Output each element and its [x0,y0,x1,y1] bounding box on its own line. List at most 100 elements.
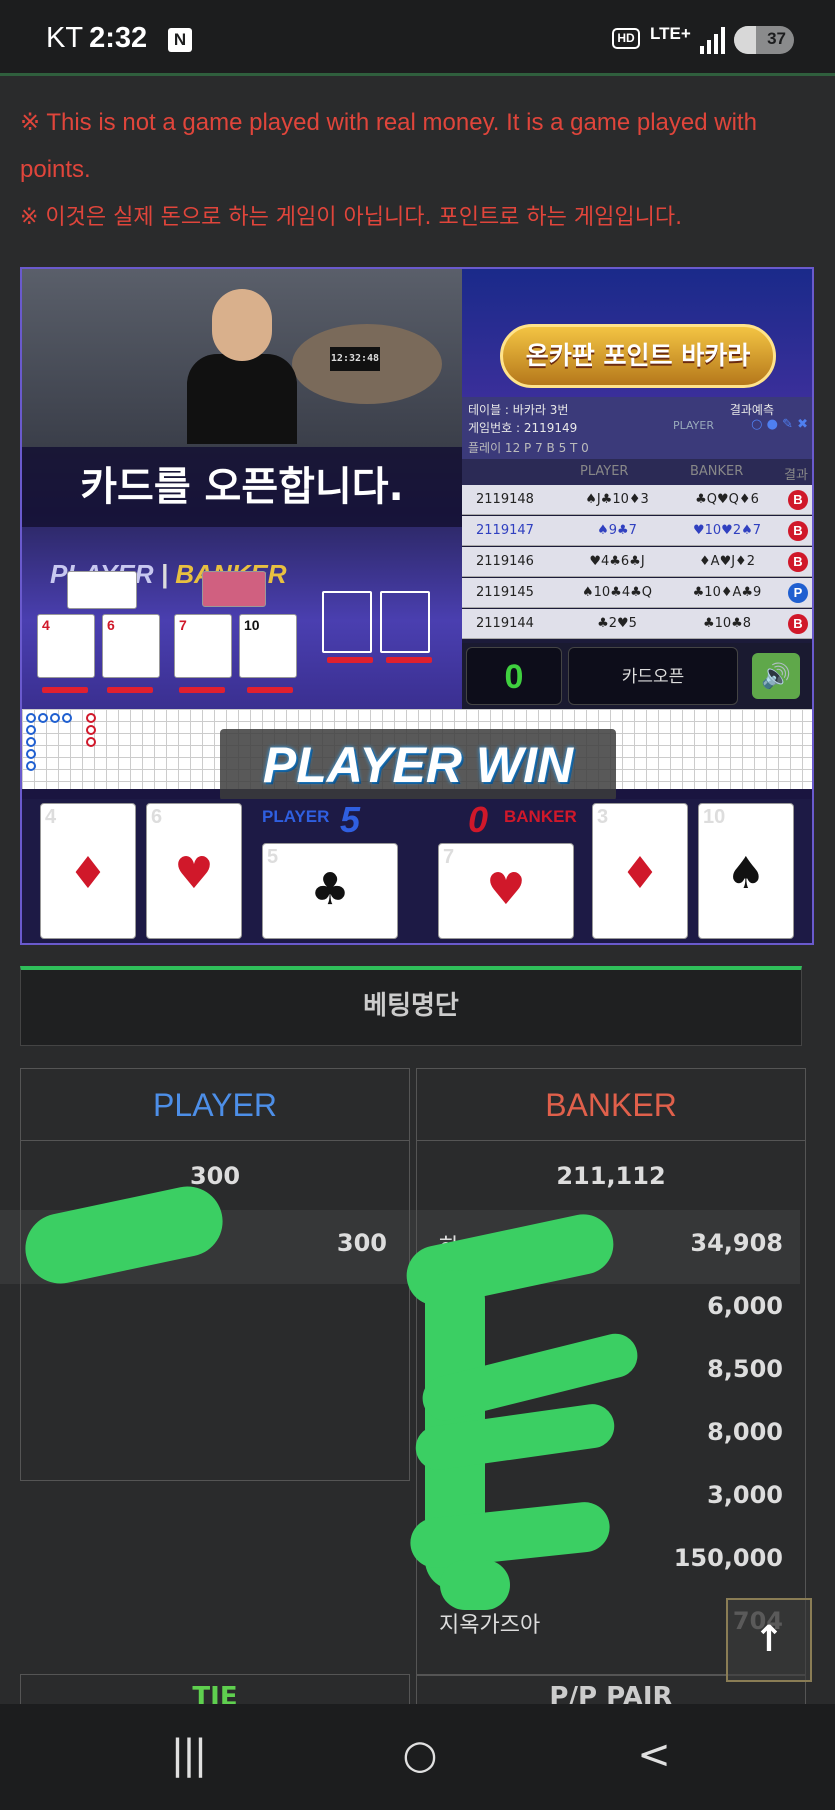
road-mark [38,713,48,723]
history-player-cards: ♣2♥5 [597,616,637,631]
history-banker-cards: ♥10♥2♠7 [692,523,762,538]
history-player-cards: ♥4♣6♣J [589,554,645,569]
history-result: B [788,552,808,572]
hd-icon: HD [612,28,640,49]
history-banker-cards: ♦A♥J♦2 [699,554,755,569]
history-header-result: 결과 [784,468,808,483]
history-id: 2119145 [476,585,534,600]
carrier-time: KT 2:32 [46,22,147,55]
tie-column-header: TIE [20,1674,410,1704]
bet-marker [179,687,225,693]
bet-marker [42,687,88,693]
road-mark [86,737,96,747]
history-player-cards: ♠J♣10♦3 [585,492,649,507]
history-row: 2119146 ♥4♣6♣J ♦A♥J♦2 B [462,547,812,577]
dealer-head [212,289,272,361]
history-banker-cards: ♣10♣8 [702,616,752,631]
bet-marker [107,687,153,693]
history-banker-cards: ♣Q♥Q♦6 [695,492,759,507]
status-bar: KT 2:32 N HD LTE+ 37 [0,0,835,76]
bet-amount: 300 [336,1229,387,1257]
road-mark [62,713,72,723]
card-shoe [67,571,137,609]
history-row: 2119145 ♠10♣4♣Q ♣10♦A♣9 P [462,578,812,608]
bet-amount: 34,908 [690,1229,783,1257]
road-mark [26,713,36,723]
win-banner: PLAYER WIN [220,729,616,801]
road-mark [50,713,60,723]
history-id: 2119147 [476,523,534,538]
empty-card-slot [380,591,430,653]
battery-icon: 37 [734,26,794,54]
card-rank: 3 [597,806,609,828]
betting-list-title: 베팅명단 [20,966,802,1046]
logo-text: 온카판 포인트 바카라 [525,341,751,370]
card-suit: ♦ [620,848,660,899]
prediction-label: 결과예측 [729,403,774,417]
overlay-message: 카드를 오픈합니다. [22,447,462,527]
lte-icon: LTE+ [650,24,691,43]
table-card: 6 [102,614,160,678]
history-header: PLAYER BANKER 결과 [462,459,812,485]
speaker-icon[interactable]: 🔊 [752,653,800,699]
arrow-up-icon[interactable]: ↑ [726,1598,812,1682]
prediction-icons[interactable]: ○ ● ✎ ✖ [751,417,808,432]
dealer [187,354,297,444]
table-card: 7 [174,614,232,678]
home-button[interactable]: ○ [380,1732,460,1778]
banker-card-1: 7 ♥ [438,843,574,939]
table-card: 10 [239,614,297,678]
history-result: B [788,521,808,541]
clock: 2:32 [89,22,148,54]
logo-plate: 온카판 포인트 바카라 [500,324,776,388]
carrier: KT [46,22,84,54]
history-id: 2119148 [476,492,534,507]
road-mark [26,761,36,771]
game-stats: 플레이 12 P 7 B 5 T 0 [468,441,589,455]
game-side-panel: 온카판 포인트 바카라 테이블 : 바카라 3번 게임번호 : 2119149 … [462,269,812,709]
bet-amount: 150,000 [673,1544,783,1572]
navigation-bar: ||| ○ < [0,1704,835,1810]
bet-amount: 3,000 [707,1481,783,1509]
history-row: 2119147 ♠9♣7 ♥10♥2♠7 B [462,516,812,546]
bet-marker [386,657,432,663]
card-rank: 6 [151,806,163,828]
card-suit: ♥ [174,848,214,899]
card-back [202,571,266,607]
card-suit: ♥ [486,864,526,915]
live-video: 12:32:48 카드를 오픈합니다. PLAYER | BANKER 4 6 … [22,269,462,709]
banker-total: 211,112 [556,1162,666,1190]
history-player-cards: ♠9♣7 [597,523,637,538]
player-card-1: 4 ♦ [40,803,136,939]
history-row: 2119144 ♣2♥5 ♣10♣8 B [462,609,812,639]
bet-marker [327,657,373,663]
back-button[interactable]: < [614,1732,694,1778]
notice-english: ※ This is not a game played with real mo… [20,109,757,183]
table-name: 테이블 : 바카라 3번 [468,403,569,417]
card-suit: ♣ [310,864,350,915]
bet-amount: 8,000 [707,1418,783,1446]
redaction-scribble [440,1560,510,1610]
game-number: 게임번호 : 2119149 [468,421,578,435]
history-id: 2119146 [476,554,534,569]
battery-level: 37 [767,29,786,48]
result-cards: 4 ♦ 6 ♥ PLAYER 5 5 ♣ 0 BANKER 7 ♥ 3 ♦ 10 ♠ [22,799,812,943]
bet-marker [247,687,293,693]
notification-n-icon: N [168,28,192,52]
history-row: 2119148 ♠J♣10♦3 ♣Q♥Q♦6 B [462,485,812,515]
game-logo: 온카판 포인트 바카라 [462,269,812,397]
road-mark [86,713,96,723]
card-open-button[interactable]: 카드오픈 [568,647,738,705]
bettor-name: 지옥가즈아 [439,1613,541,1638]
table-card: 4 [37,614,95,678]
history-player-cards: ♠10♣4♣Q [581,585,652,600]
card-rank: 10 [703,806,726,828]
road-mark [26,725,36,735]
player-column-header: PLAYER [21,1069,409,1141]
road-mark [86,725,96,735]
history-banker-cards: ♣10♦A♣9 [692,585,762,600]
banker-card-3: 10 ♠ [698,803,794,939]
recent-apps-button[interactable]: ||| [148,1732,228,1778]
player-score: 5 [340,799,361,840]
empty-card-slot [322,591,372,653]
